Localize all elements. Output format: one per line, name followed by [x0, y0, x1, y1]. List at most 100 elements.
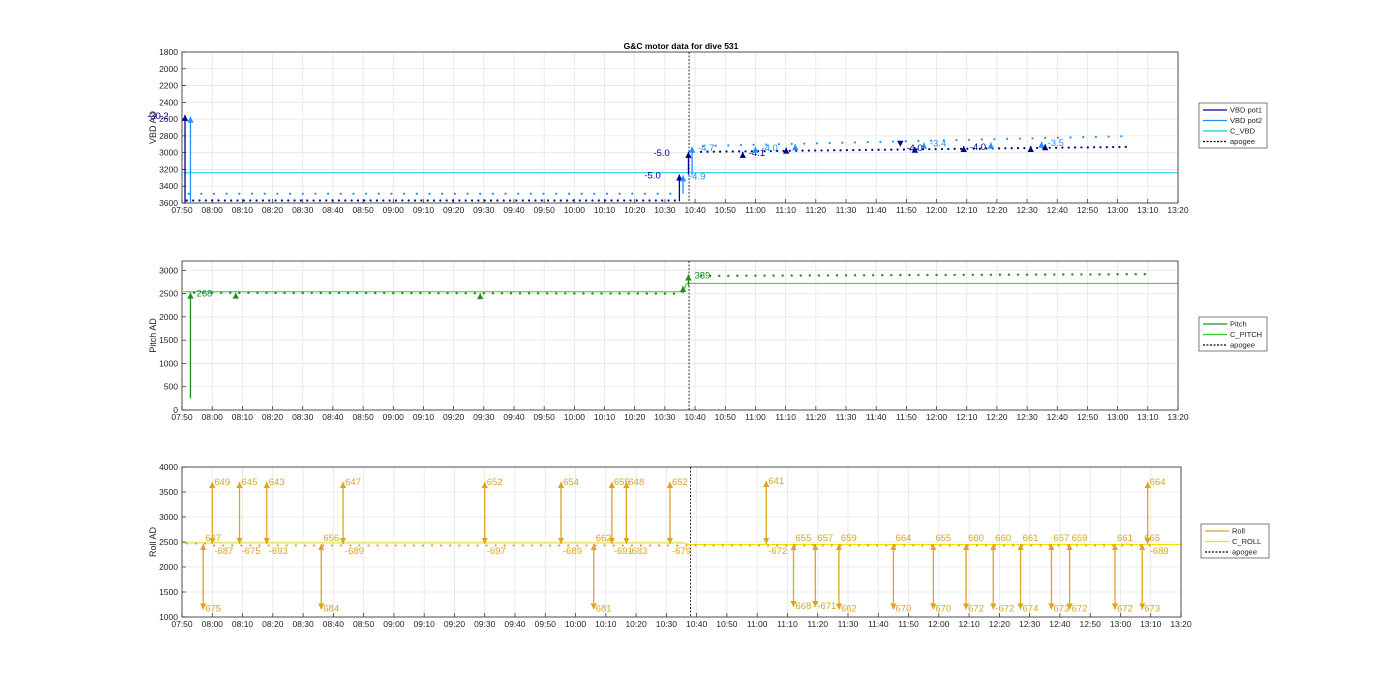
data-point: [862, 274, 866, 277]
x-tick-label: 08:50: [352, 205, 374, 215]
x-tick-label: 12:50: [1077, 412, 1099, 422]
data-point: [959, 147, 963, 150]
data-point: [1080, 146, 1083, 149]
data-point: [593, 192, 596, 195]
data-point: [803, 544, 806, 547]
data-point: [871, 148, 874, 151]
data-point: [470, 199, 474, 202]
data-point: [844, 274, 848, 277]
data-point: [1143, 272, 1147, 276]
data-point: [504, 192, 507, 195]
data-point: [420, 199, 423, 202]
data-point: [287, 199, 290, 202]
data-point: [211, 199, 214, 202]
data-point: [1107, 135, 1110, 138]
data-point: [479, 192, 482, 195]
data-point: [727, 274, 730, 277]
x-tick-label: 10:10: [595, 619, 617, 629]
event-label: 661: [1023, 533, 1039, 544]
event-label: 661: [1117, 533, 1133, 544]
x-tick-label: 11:40: [866, 412, 887, 422]
event-label: -5.0: [644, 170, 660, 181]
y-tick-label: 4000: [159, 462, 178, 472]
data-point: [1092, 146, 1096, 149]
x-tick-label: 10:20: [624, 205, 646, 215]
data-point: [383, 291, 386, 295]
data-point: [477, 199, 480, 202]
y-tick-label: 2000: [159, 64, 178, 74]
data-point: [957, 544, 960, 547]
data-point: [310, 291, 313, 295]
x-tick-label: 08:00: [202, 619, 224, 629]
y-tick-label: 3600: [159, 198, 178, 208]
data-point: [464, 199, 467, 202]
x-tick-label: 09:10: [414, 619, 436, 629]
x-tick-label: 08:30: [292, 619, 314, 629]
panel-1: 07:50 08:00 08:10 08:20 08:30 08:40 08:50 09:00…: [147, 47, 1268, 215]
y-tick-label: 2500: [159, 289, 178, 299]
data-point: [527, 292, 531, 295]
x-tick-label: 09:00: [383, 619, 405, 629]
data-point: [1018, 137, 1021, 140]
x-tick-label: 10:30: [654, 412, 676, 422]
legend-entry: C_ROLL: [1232, 537, 1261, 546]
y-tick-label: 1000: [159, 358, 178, 368]
data-point: [491, 292, 495, 295]
event-label: 652: [487, 477, 503, 488]
data-point: [318, 199, 322, 202]
x-tick-label: 10:00: [564, 412, 586, 422]
x-tick-label: 12:00: [926, 412, 948, 422]
data-point: [1071, 273, 1074, 276]
data-point: [908, 273, 911, 277]
legend-entry: Pitch: [1230, 320, 1247, 329]
x-tick-label: 10:30: [654, 205, 676, 215]
data-point: [403, 192, 406, 195]
data-point: [627, 292, 630, 295]
x-tick-label: 09:40: [504, 619, 526, 629]
data-point: [426, 199, 429, 202]
data-point: [363, 199, 366, 202]
data-point: [1086, 146, 1089, 149]
data-point: [1031, 137, 1034, 140]
event-label: 645: [242, 477, 258, 488]
data-point: [382, 199, 385, 202]
data-point: [192, 199, 195, 202]
event-label: 662: [841, 604, 857, 615]
data-point: [744, 150, 747, 153]
data-point: [714, 144, 717, 147]
x-tick-label: 11:20: [805, 412, 826, 422]
data-point: [879, 140, 882, 143]
data-point: [642, 199, 645, 202]
panel-2: 07:50 08:00 08:10 08:20 08:30 08:40 08:50 09:00…: [148, 260, 1268, 422]
legend-entry: VBD pot1: [1230, 106, 1262, 115]
data-point: [187, 192, 190, 195]
data-point: [635, 199, 638, 202]
data-point: [373, 291, 377, 295]
data-point: [582, 292, 585, 295]
data-point: [288, 192, 292, 195]
x-tick-label: 11:50: [898, 619, 919, 629]
data-point: [694, 544, 697, 547]
data-point: [458, 199, 461, 202]
data-point: [412, 544, 415, 547]
event-label: 389: [694, 271, 710, 282]
y-tick-label: 1500: [159, 335, 178, 345]
data-point: [618, 192, 621, 195]
data-point: [413, 199, 417, 202]
data-point: [1089, 273, 1092, 276]
x-tick-label: 13:10: [1137, 205, 1159, 215]
data-point: [293, 199, 296, 202]
x-tick-label: 08:20: [262, 619, 284, 629]
data-point: [790, 142, 793, 146]
data-point: [604, 199, 607, 202]
data-point: [377, 192, 380, 195]
data-point: [223, 199, 226, 202]
event-label: -693: [269, 546, 288, 557]
data-point: [748, 544, 752, 547]
event-label: 643: [269, 477, 285, 488]
data-point: [890, 273, 893, 277]
data-point: [853, 141, 857, 144]
data-point: [515, 199, 518, 202]
data-point: [415, 192, 418, 195]
data-point: [421, 544, 425, 547]
